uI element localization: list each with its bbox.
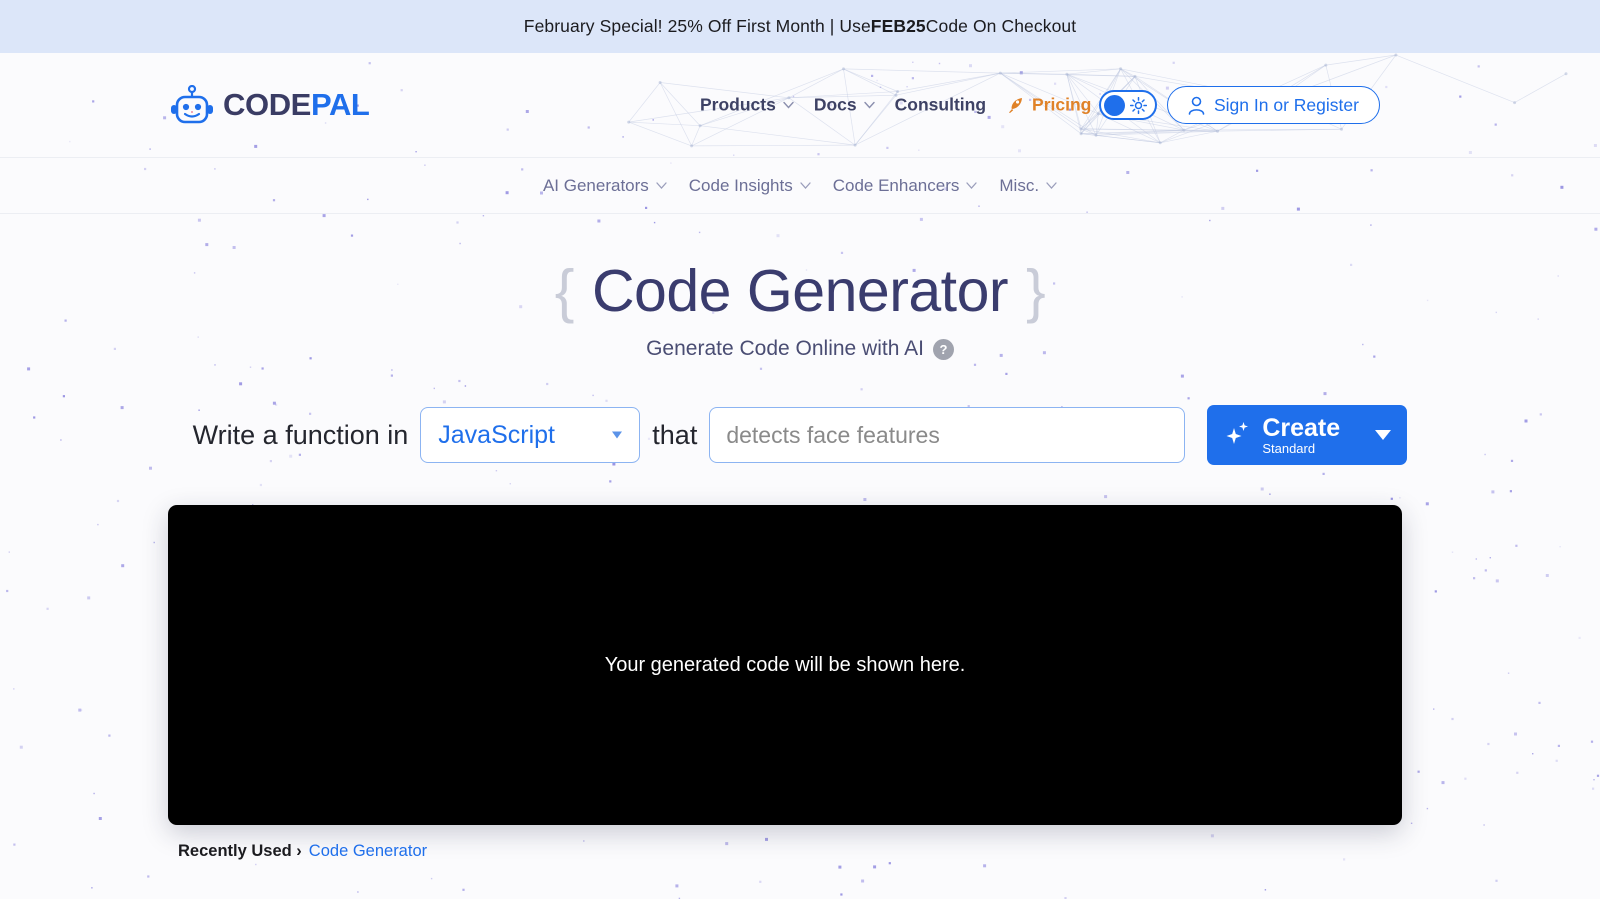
promo-prefix: February Special! 25% Off First Month | … xyxy=(524,16,871,37)
chevron-down-icon xyxy=(656,182,667,189)
theme-toggle[interactable] xyxy=(1099,90,1157,120)
generator-form: Write a function in JavaScript that Crea… xyxy=(0,405,1600,465)
create-button-tier: Standard xyxy=(1262,442,1340,456)
form-label-prefix: Write a function in xyxy=(193,420,409,451)
main-content: { Code Generator } Generate Code Online … xyxy=(0,257,1600,465)
nav-item-consulting[interactable]: Consulting xyxy=(895,95,986,116)
help-icon[interactable]: ? xyxy=(933,339,954,360)
create-button-label: Create xyxy=(1262,415,1340,441)
language-select[interactable]: JavaScript xyxy=(420,407,640,463)
subnav-item-ai-generators[interactable]: AI Generators xyxy=(543,176,667,196)
brace-right: } xyxy=(1026,257,1045,325)
subnav-label-code-insights: Code Insights xyxy=(689,176,793,196)
create-dropdown-caret-icon[interactable] xyxy=(1375,430,1391,440)
sparkles-icon xyxy=(1224,420,1252,450)
subnav-item-misc[interactable]: Misc. xyxy=(999,176,1057,196)
nav-label-pricing: Pricing xyxy=(1032,95,1091,116)
page-root: February Special! 25% Off First Month | … xyxy=(0,0,1600,899)
promo-suffix: Code On Checkout xyxy=(926,16,1076,37)
sign-in-button[interactable]: Sign In or Register xyxy=(1167,86,1380,124)
nav-item-docs[interactable]: Docs xyxy=(814,95,875,116)
chevron-down-icon xyxy=(612,432,622,439)
sun-icon xyxy=(1130,97,1147,114)
create-button-labels: Create Standard xyxy=(1262,415,1340,456)
create-button[interactable]: Create Standard xyxy=(1207,405,1407,465)
logo-text-pal: PAL xyxy=(311,87,370,122)
form-label-middle: that xyxy=(652,420,697,451)
rocket-icon xyxy=(1006,95,1026,115)
page-subtitle-text: Generate Code Online with AI xyxy=(646,337,924,361)
chevron-down-icon xyxy=(1046,182,1057,189)
subnav-item-code-insights[interactable]: Code Insights xyxy=(689,176,811,196)
subnav-label-misc: Misc. xyxy=(999,176,1039,196)
breadcrumb-lead: Recently Used › xyxy=(178,842,302,861)
sign-in-label: Sign In or Register xyxy=(1214,95,1359,116)
logo-wordmark: CODEPAL xyxy=(223,87,369,123)
page-title-text: Code Generator xyxy=(592,257,1008,325)
description-input[interactable] xyxy=(709,407,1185,463)
user-icon xyxy=(1188,96,1205,115)
chevron-down-icon xyxy=(966,182,977,189)
page-subtitle: Generate Code Online with AI ? xyxy=(0,337,1600,361)
breadcrumb-current[interactable]: Code Generator xyxy=(309,842,427,861)
language-select-value: JavaScript xyxy=(438,421,555,450)
secondary-nav: AI Generators Code Insights Code Enhance… xyxy=(0,158,1600,214)
nav-label-consulting: Consulting xyxy=(895,95,986,116)
nav-label-docs: Docs xyxy=(814,95,857,116)
breadcrumb: Recently Used › Code Generator xyxy=(178,842,427,861)
robot-icon xyxy=(170,85,214,125)
subnav-label-code-enhancers: Code Enhancers xyxy=(833,176,960,196)
logo-text-code: CODE xyxy=(223,87,311,122)
promo-banner[interactable]: February Special! 25% Off First Month | … xyxy=(0,0,1600,53)
page-title: { Code Generator } xyxy=(0,257,1600,325)
logo[interactable]: CODEPAL xyxy=(170,85,369,125)
promo-code: FEB25 xyxy=(871,16,926,37)
chevron-down-icon xyxy=(864,102,875,109)
subnav-label-ai-generators: AI Generators xyxy=(543,176,649,196)
main-nav: Products Docs Consulting Pricing xyxy=(700,95,1091,116)
code-output-area[interactable]: Your generated code will be shown here. xyxy=(168,505,1402,825)
toggle-knob xyxy=(1104,95,1125,116)
chevron-down-icon xyxy=(783,102,794,109)
nav-label-products: Products xyxy=(700,95,776,116)
code-output-placeholder: Your generated code will be shown here. xyxy=(605,654,966,677)
site-header: CODEPAL Products Docs Consulting Pricin xyxy=(0,53,1600,158)
nav-item-pricing[interactable]: Pricing xyxy=(1006,95,1091,116)
subnav-item-code-enhancers[interactable]: Code Enhancers xyxy=(833,176,978,196)
chevron-down-icon xyxy=(800,182,811,189)
nav-item-products[interactable]: Products xyxy=(700,95,794,116)
brace-left: { xyxy=(555,257,574,325)
